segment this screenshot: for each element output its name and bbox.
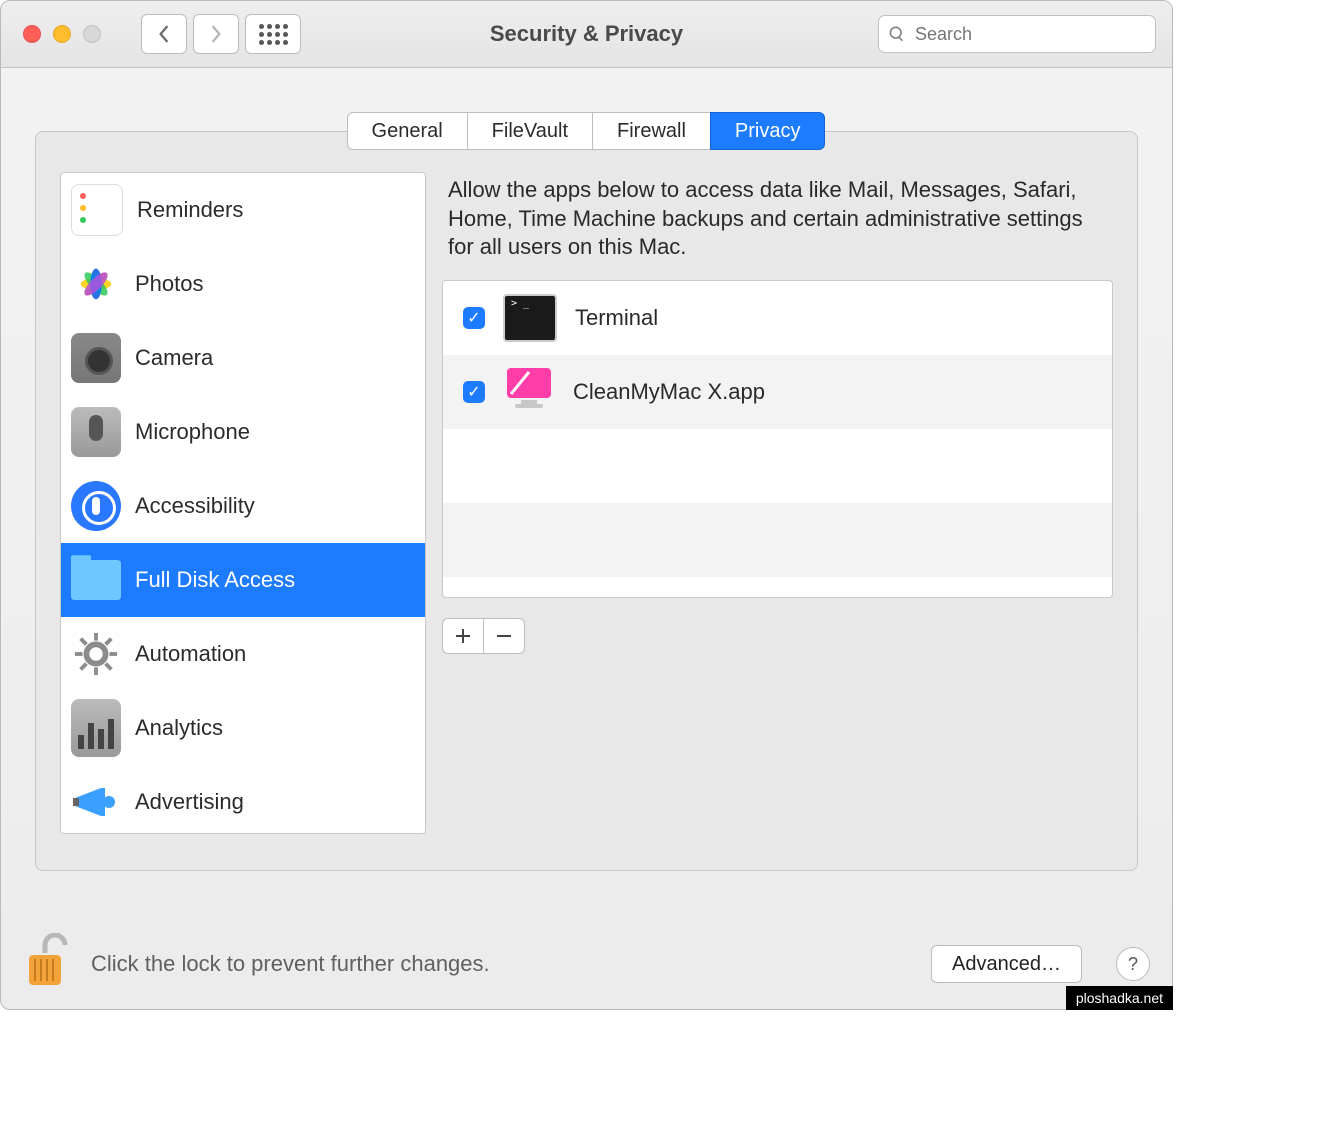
app-name: CleanMyMac X.app <box>573 379 765 405</box>
camera-icon <box>71 333 121 383</box>
search-icon <box>889 25 905 43</box>
forward-button[interactable] <box>193 14 239 54</box>
minus-icon <box>496 628 512 644</box>
apps-list[interactable]: ✓ Terminal ✓ CleanMyMac X.app <box>442 280 1113 598</box>
sidebar-item-microphone[interactable]: Microphone <box>61 395 425 469</box>
sidebar-item-label: Analytics <box>135 715 223 741</box>
tabs: General FileVault Firewall Privacy <box>35 112 1138 150</box>
lock-status-label: Click the lock to prevent further change… <box>91 951 490 977</box>
grid-icon <box>259 24 288 45</box>
footer: Click the lock to prevent further change… <box>1 919 1172 1009</box>
unlocked-lock-icon <box>23 933 71 991</box>
folder-icon <box>71 560 121 600</box>
sidebar-item-label: Full Disk Access <box>135 567 295 593</box>
accessibility-icon <box>71 481 121 531</box>
back-button[interactable] <box>141 14 187 54</box>
tab-firewall[interactable]: Firewall <box>592 112 711 150</box>
zoom-window-button[interactable] <box>83 25 101 43</box>
minimize-window-button[interactable] <box>53 25 71 43</box>
reminders-icon <box>71 184 123 236</box>
lock-button[interactable] <box>23 933 71 996</box>
advanced-button[interactable]: Advanced… <box>931 945 1082 983</box>
show-all-button[interactable] <box>245 14 301 54</box>
sidebar-item-reminders[interactable]: Reminders <box>61 173 425 247</box>
cleanmymac-icon <box>503 366 555 418</box>
tab-filevault[interactable]: FileVault <box>467 112 593 150</box>
plus-icon <box>455 628 471 644</box>
chart-icon <box>71 699 121 757</box>
sidebar-item-label: Photos <box>135 271 204 297</box>
empty-row <box>443 429 1112 503</box>
search-field[interactable] <box>878 15 1156 53</box>
add-app-button[interactable] <box>442 618 484 654</box>
sidebar-item-label: Microphone <box>135 419 250 445</box>
sidebar-item-automation[interactable]: Automation <box>61 617 425 691</box>
help-button[interactable]: ? <box>1116 947 1150 981</box>
app-row[interactable]: ✓ CleanMyMac X.app <box>443 355 1112 429</box>
gear-icon <box>71 629 121 679</box>
app-name: Terminal <box>575 305 658 331</box>
privacy-panel: Reminders Photos <box>35 131 1138 871</box>
tab-general[interactable]: General <box>347 112 468 150</box>
remove-app-button[interactable] <box>483 618 525 654</box>
main-pane: Allow the apps below to access data like… <box>442 172 1113 854</box>
empty-row <box>443 503 1112 577</box>
sidebar-item-label: Accessibility <box>135 493 255 519</box>
sidebar-item-label: Automation <box>135 641 246 667</box>
close-window-button[interactable] <box>23 25 41 43</box>
app-row[interactable]: ✓ Terminal <box>443 281 1112 355</box>
megaphone-icon <box>71 777 121 827</box>
sidebar-item-camera[interactable]: Camera <box>61 321 425 395</box>
sidebar-item-photos[interactable]: Photos <box>61 247 425 321</box>
sidebar-item-label: Reminders <box>137 197 243 223</box>
watermark: ploshadka.net <box>1066 986 1173 1010</box>
privacy-category-list[interactable]: Reminders Photos <box>60 172 426 834</box>
add-remove-controls <box>442 618 1113 654</box>
sidebar-item-advertising[interactable]: Advertising <box>61 765 425 834</box>
chevron-left-icon <box>157 25 171 43</box>
sidebar-item-full-disk-access[interactable]: Full Disk Access <box>61 543 425 617</box>
tab-privacy[interactable]: Privacy <box>710 112 826 150</box>
sidebar-item-accessibility[interactable]: Accessibility <box>61 469 425 543</box>
photos-icon <box>71 259 121 309</box>
traffic-lights <box>23 25 101 43</box>
app-checkbox[interactable]: ✓ <box>463 307 485 329</box>
search-input[interactable] <box>913 23 1145 46</box>
terminal-icon <box>503 294 557 342</box>
microphone-icon <box>71 407 121 457</box>
chevron-right-icon <box>209 25 223 43</box>
sidebar-item-analytics[interactable]: Analytics <box>61 691 425 765</box>
titlebar: Security & Privacy <box>1 1 1172 68</box>
content: General FileVault Firewall Privacy Remin… <box>1 68 1172 871</box>
sidebar-item-label: Advertising <box>135 789 244 815</box>
sidebar-item-label: Camera <box>135 345 213 371</box>
window-title: Security & Privacy <box>490 21 683 47</box>
category-description: Allow the apps below to access data like… <box>448 176 1107 262</box>
app-checkbox[interactable]: ✓ <box>463 381 485 403</box>
system-preferences-window: Security & Privacy General FileVault Fir… <box>0 0 1173 1010</box>
